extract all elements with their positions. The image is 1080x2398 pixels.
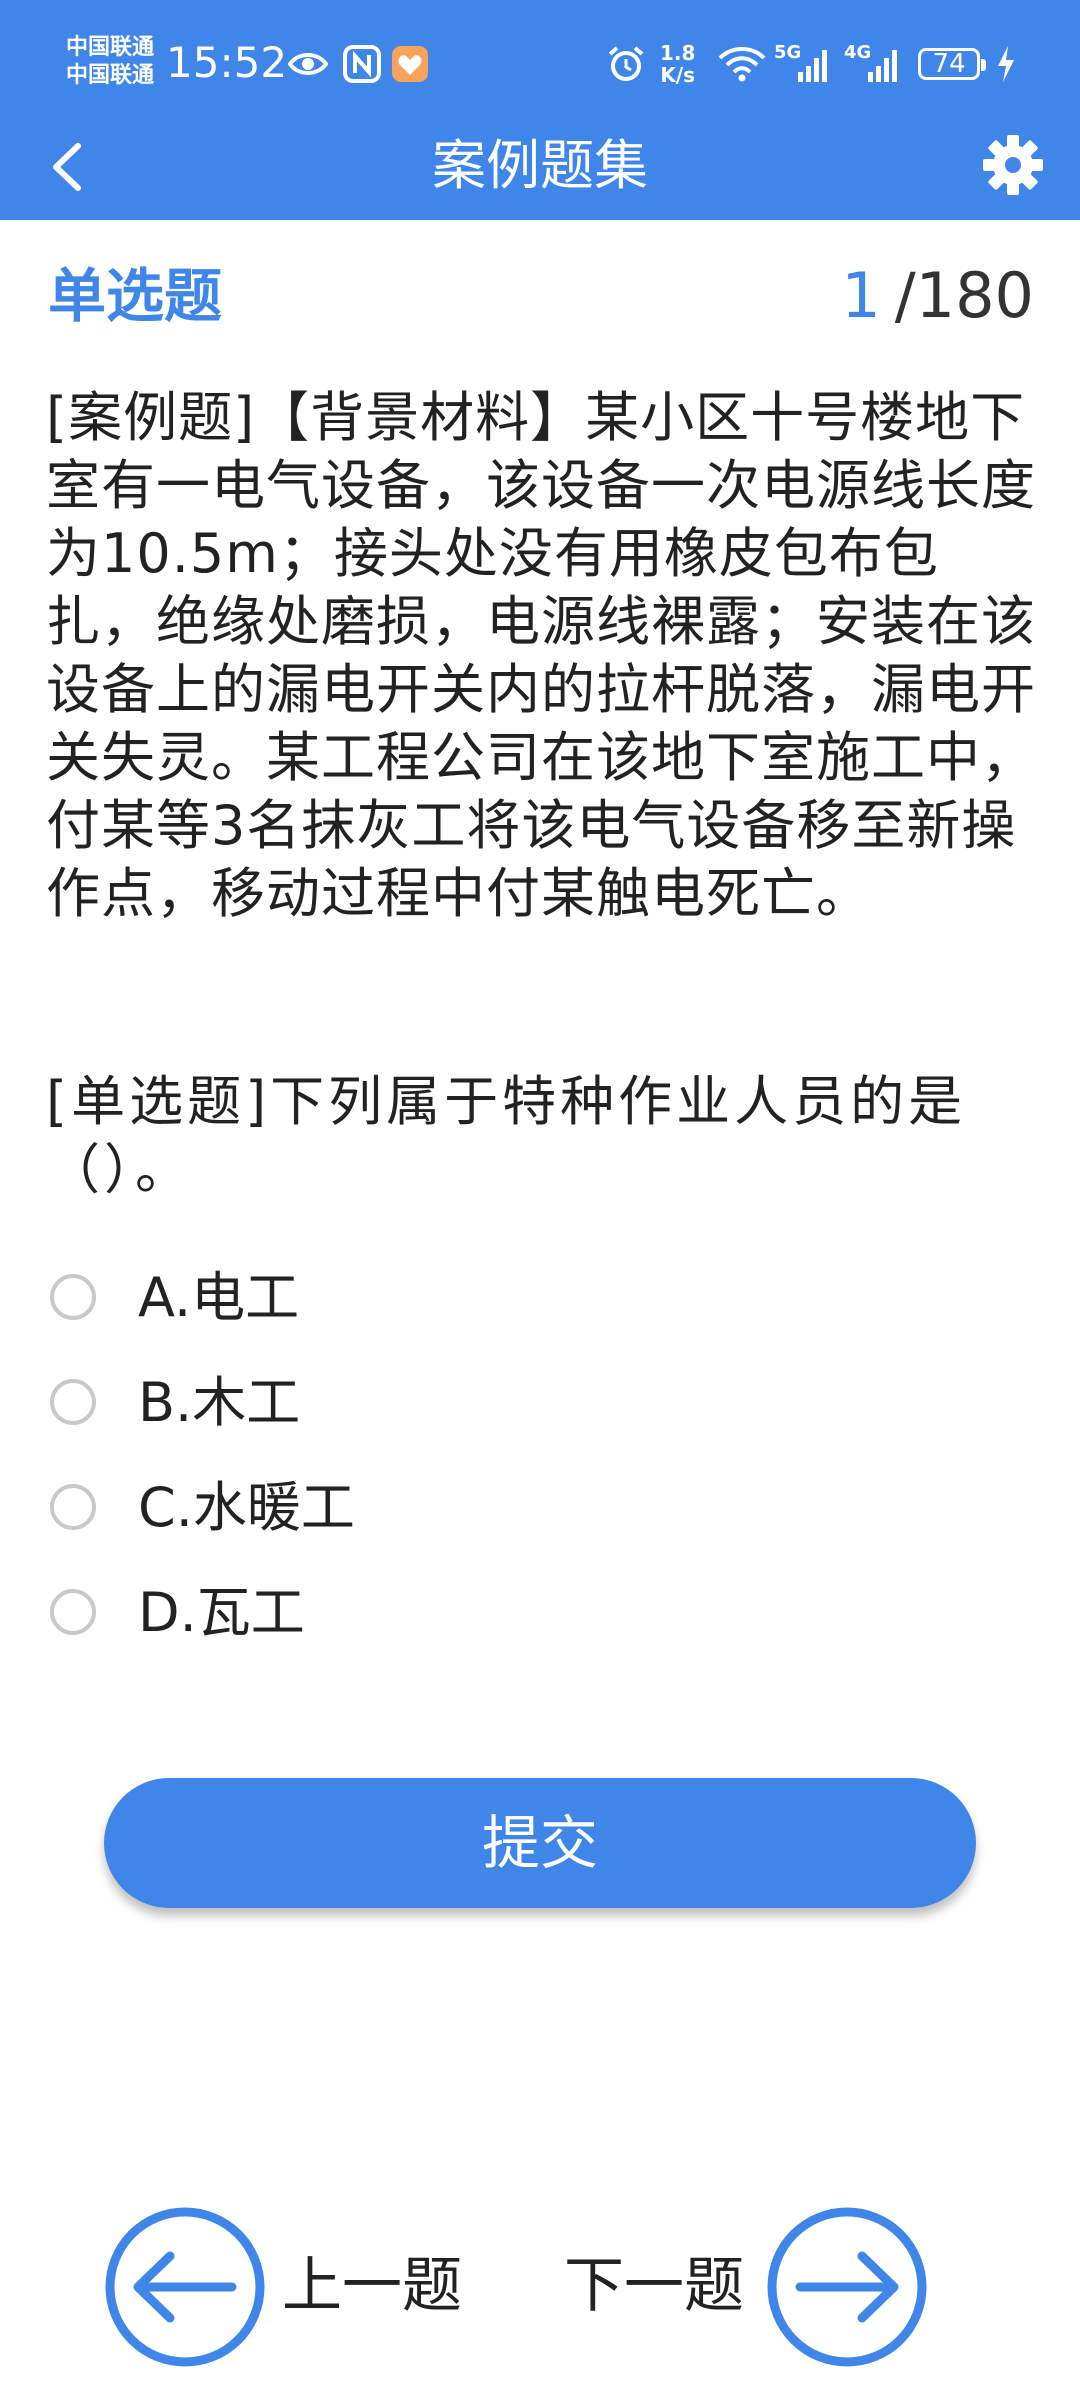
option-label: B.木工 [138,1371,301,1434]
submit-button[interactable]: 提交 [104,1778,976,1908]
question-stem: [单选题]下列属于特种作业人员的是（）。 [46,1070,967,1201]
status-time: 15:52 [166,38,288,87]
wifi-icon [718,47,766,82]
net-speed: 1.8 K/s [660,42,695,86]
page-title: 案例题集 [432,134,648,197]
header-bar: 中国联通 中国联通 15:52 1.8 K/s 5G 4G 74 案例题集 [0,0,1080,220]
option-c[interactable]: C.水暖工 [46,1470,646,1550]
status-bar: 中国联通 中国联通 15:52 1.8 K/s 5G 4G 74 [0,0,1080,130]
option-d[interactable]: D.瓦工 [46,1575,646,1655]
radio-button[interactable] [50,1484,96,1530]
battery-indicator: 74 [918,48,986,80]
case-background-material: [案例题]【背景材料】某小区十号楼地下室有一电气设备，该设备一次电源线长度为10… [46,386,1036,925]
arrow-right-circle-icon[interactable] [766,2206,928,2368]
next-question-label[interactable]: 下一题 [564,2246,744,2326]
net-speed-unit: K/s [660,63,696,87]
net-speed-value: 1.8 [660,41,696,65]
signal-icon [868,50,897,82]
radio-button[interactable] [50,1589,96,1635]
option-b[interactable]: B.木工 [46,1365,646,1445]
previous-question-button[interactable]: 上一题 [104,2206,524,2376]
option-a[interactable]: A.电工 [46,1260,646,1340]
charging-icon [998,46,1014,82]
gear-icon [983,135,1043,195]
option-label: C.水暖工 [138,1476,355,1539]
radio-button[interactable] [50,1274,96,1320]
question-progress: 1/180 [841,256,1034,336]
alarm-icon [608,46,644,81]
radio-button[interactable] [50,1379,96,1425]
nfc-icon [343,45,381,83]
eye-icon [288,53,328,75]
current-question-number: 1 [841,259,881,332]
next-question-button[interactable]: 下一题 [560,2206,940,2376]
question-type-label: 单选题 [48,262,223,330]
total-question-count: /180 [894,259,1034,332]
previous-question-label[interactable]: 上一题 [282,2246,462,2326]
settings-button[interactable] [978,130,1048,200]
heart-app-icon [392,46,428,82]
carrier-labels: 中国联通 中国联通 [66,34,154,90]
option-label: A.电工 [138,1266,300,1329]
carrier-1: 中国联通 [66,35,155,60]
option-label: D.瓦工 [138,1581,305,1644]
carrier-2: 中国联通 [66,63,155,88]
signal-icon [798,50,827,82]
arrow-left-circle-icon[interactable] [104,2206,266,2368]
